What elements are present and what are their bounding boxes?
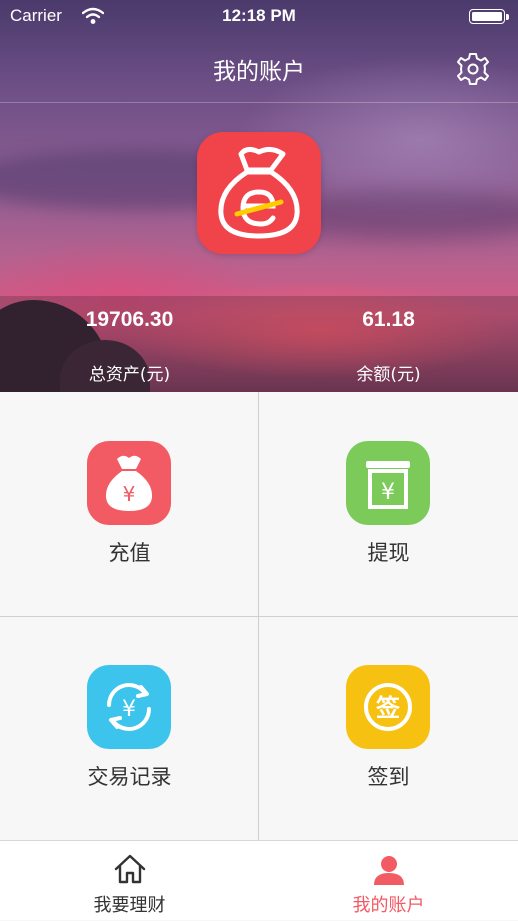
status-time: 12:18 PM xyxy=(222,6,296,25)
status-bar: Carrier 12:18 PM xyxy=(0,0,518,34)
sign-in-button[interactable]: 签 签到 xyxy=(259,616,518,840)
yen-exchange-icon: ¥ xyxy=(87,665,171,749)
page-title: 我的账户 xyxy=(213,59,305,85)
person-icon xyxy=(374,856,404,885)
app-logo xyxy=(197,132,321,254)
svg-text:¥: ¥ xyxy=(381,480,395,505)
total-assets: 19706.30 总资产(元) xyxy=(0,296,259,392)
svg-text:¥: ¥ xyxy=(122,697,136,722)
tab-my-account-label: 我的账户 xyxy=(352,895,425,916)
withdraw-label: 提现 xyxy=(367,541,410,565)
tab-my-account[interactable]: 我的账户 xyxy=(259,841,518,921)
transaction-history-button[interactable]: ¥ 交易记录 xyxy=(0,616,259,840)
nav-divider xyxy=(0,102,518,103)
tab-invest[interactable]: 我要理财 xyxy=(0,841,259,921)
account-summary: 19706.30 总资产(元) 61.18 余额(元) xyxy=(0,296,518,392)
recharge-label: 充值 xyxy=(108,541,151,565)
tab-bar: 我要理财 我的账户 xyxy=(0,840,518,920)
total-assets-label: 总资产(元) xyxy=(88,365,171,385)
settings-gear-icon[interactable] xyxy=(456,52,490,86)
balance: 61.18 余额(元) xyxy=(259,296,518,392)
battery-icon xyxy=(469,9,509,24)
svg-text:签: 签 xyxy=(375,694,401,722)
grid-divider xyxy=(0,616,518,617)
balance-label: 余额(元) xyxy=(356,365,421,385)
total-assets-value: 19706.30 xyxy=(85,308,174,331)
tab-invest-label: 我要理财 xyxy=(93,895,166,916)
money-bag-logo-icon xyxy=(218,146,300,239)
svg-text:¥: ¥ xyxy=(123,482,136,506)
withdraw-box-icon: ¥ xyxy=(346,441,430,525)
withdraw-button[interactable]: ¥ 提现 xyxy=(259,392,518,616)
transaction-history-label: 交易记录 xyxy=(87,765,172,789)
recharge-button[interactable]: ¥ 充值 xyxy=(0,392,259,616)
home-icon xyxy=(114,854,146,884)
sign-in-label: 签到 xyxy=(367,765,410,789)
sign-in-stamp-icon: 签 xyxy=(346,665,430,749)
balance-value: 61.18 xyxy=(362,308,415,331)
money-bag-icon: ¥ xyxy=(87,441,171,525)
